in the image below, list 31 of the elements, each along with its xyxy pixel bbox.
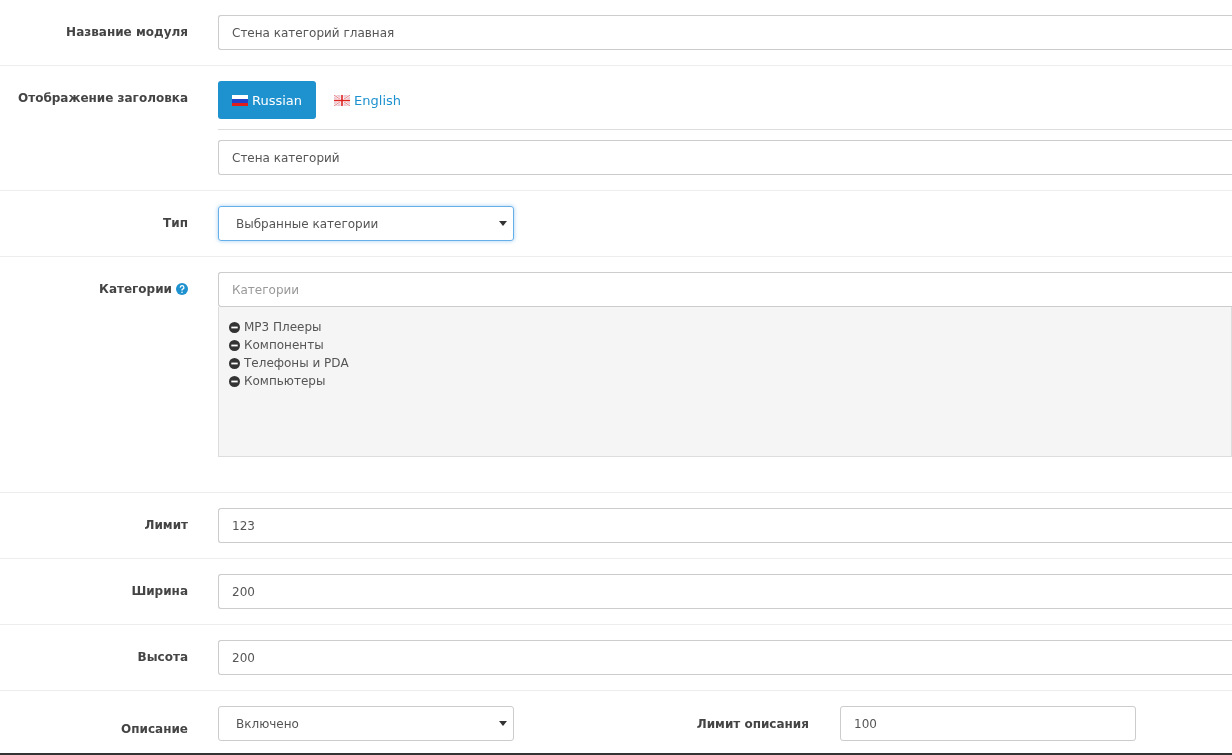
- field-label: Высота: [137, 650, 188, 664]
- text-input[interactable]: 123: [218, 508, 1232, 543]
- category-item: Компоненты: [244, 337, 324, 354]
- field-label: Лимит: [144, 518, 188, 532]
- remove-icon[interactable]: [229, 357, 240, 369]
- text-input[interactable]: 200: [218, 640, 1232, 675]
- category-item: Телефоны и PDA: [244, 355, 349, 372]
- language-tab[interactable]: Russian: [218, 81, 317, 119]
- flag-icon: [232, 94, 248, 106]
- title-input[interactable]: Стена категорий: [218, 140, 1232, 175]
- field-label: Ширина: [131, 584, 188, 598]
- field-label: Название модуля: [66, 25, 188, 39]
- text-input[interactable]: Стена категорий главная: [218, 15, 1232, 50]
- description-select[interactable]: Включено: [218, 706, 514, 741]
- flag-icon: [334, 94, 351, 106]
- help-icon[interactable]: [176, 283, 188, 295]
- language-tab[interactable]: English: [320, 81, 415, 119]
- category-item: Компьютеры: [244, 373, 326, 390]
- category-search-input[interactable]: Категории: [218, 272, 1232, 307]
- remove-icon[interactable]: [229, 321, 240, 333]
- type-select[interactable]: Выбранные категории: [218, 206, 514, 241]
- field-label: Тип: [163, 216, 188, 230]
- remove-icon[interactable]: [229, 339, 240, 351]
- text-input[interactable]: 100: [840, 706, 1136, 741]
- field-label: Описание: [121, 721, 188, 736]
- field-label: Лимит описания: [695, 716, 810, 731]
- text-input[interactable]: 200: [218, 574, 1232, 609]
- field-label: Отображение заголовка: [18, 91, 188, 105]
- field-label: Категории: [99, 282, 172, 296]
- category-item: MP3 Плееры: [244, 319, 322, 336]
- remove-icon[interactable]: [229, 375, 240, 387]
